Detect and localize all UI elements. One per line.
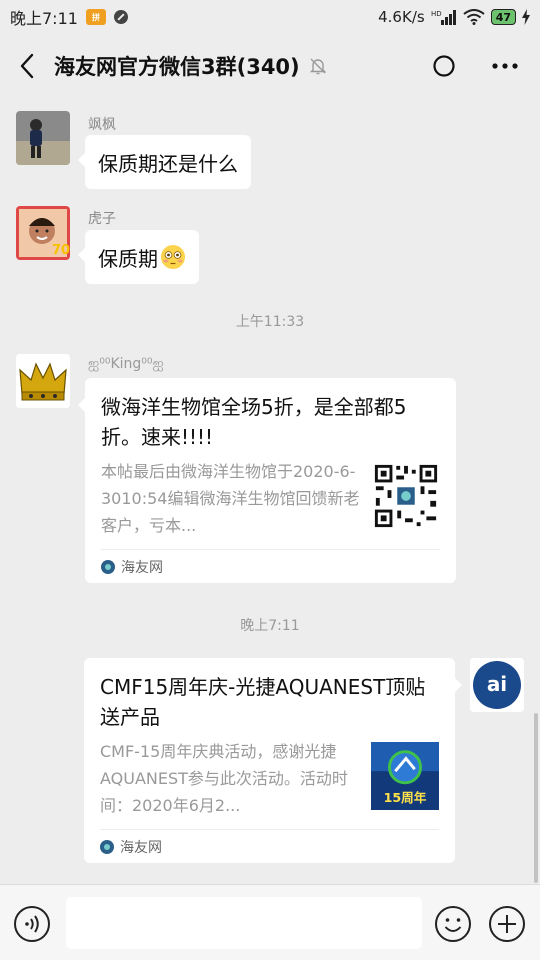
app-notification-icon: 拼	[85, 9, 106, 25]
voice-icon	[14, 906, 50, 942]
chat-message-list[interactable]: 飒枫 保质期还是什么 70 虎子 保质期 上午11:33 ஐ⁰⁰King⁰⁰ஐ …	[0, 98, 540, 884]
svg-text:ai: ai	[487, 672, 507, 696]
refresh-button[interactable]	[418, 34, 470, 98]
message-bubble[interactable]: 保质期还是什么	[78, 135, 251, 189]
refresh-icon	[433, 55, 455, 77]
message-text: 保质期还是什么	[98, 151, 238, 176]
charging-icon	[522, 9, 530, 25]
time-divider: 上午11:33	[235, 314, 305, 330]
source-logo-icon	[101, 559, 115, 574]
svg-text:15周年: 15周年	[384, 790, 427, 805]
chat-title: 海友网官方微信3群(340)	[54, 55, 300, 79]
more-button[interactable]	[470, 34, 540, 98]
link-card-description: CMF-15周年庆典活动，感谢光捷AQUANEST参与此次活动。活动时间：202…	[100, 742, 348, 815]
network-speed: 4.6K/s	[378, 8, 425, 26]
more-functions-button[interactable]	[488, 905, 526, 943]
link-card-title: CMF15周年庆-光捷AQUANEST顶贴送产品	[100, 675, 426, 729]
time-divider: 晚上7:11	[240, 618, 300, 634]
emoji-button[interactable]	[434, 905, 472, 943]
more-icon	[492, 63, 518, 69]
plus-icon	[489, 906, 525, 942]
svg-text:HD: HD	[431, 10, 442, 18]
voice-input-button[interactable]	[13, 905, 51, 943]
avatar[interactable]: 70	[16, 206, 70, 260]
self-avatar[interactable]: ai	[470, 658, 524, 712]
mute-icon	[309, 58, 326, 75]
svg-text:70: 70	[52, 243, 70, 258]
do-not-disturb-icon	[113, 10, 128, 24]
message-input-bar	[0, 884, 540, 960]
link-card[interactable]: 微海洋生物馆全场5折，是全部都5折。速来!!!! 本帖最后由微海洋生物馆于202…	[78, 378, 456, 583]
sender-name: ஐ⁰⁰King⁰⁰ஐ	[88, 356, 164, 372]
link-card-source: 海友网	[121, 559, 163, 576]
message-input[interactable]	[66, 897, 422, 949]
qr-code-thumbnail	[372, 462, 440, 530]
link-card-title: 微海洋生物馆全场5折，是全部都5折。速来!!!!	[101, 395, 407, 449]
battery-indicator: 47	[490, 9, 516, 25]
link-card[interactable]: CMF15周年庆-光捷AQUANEST顶贴送产品 CMF-15周年庆典活动，感谢…	[84, 658, 462, 863]
chat-scrollbar[interactable]	[534, 713, 538, 883]
back-button[interactable]	[0, 34, 54, 98]
chat-header: 海友网官方微信3群(340)	[0, 34, 540, 98]
source-logo-icon	[100, 839, 114, 854]
status-bar: 晚上7:11 拼 4.6K/s HD 47	[0, 0, 540, 34]
signal-icon: HD	[431, 10, 456, 25]
wifi-icon	[463, 9, 485, 25]
link-card-source: 海友网	[120, 839, 162, 856]
avatar[interactable]	[16, 111, 70, 165]
back-icon	[20, 53, 34, 79]
message-bubble[interactable]: 保质期	[78, 230, 199, 284]
link-card-description: 本帖最后由微海洋生物馆于2020-6-3010:54编辑微海洋生物馆回馈新老客户…	[101, 462, 360, 535]
emoji-icon	[435, 906, 471, 942]
message-text: 保质期	[98, 246, 158, 271]
status-time: 晚上7:11	[10, 9, 78, 28]
flushed-face-emoji-icon	[161, 245, 185, 269]
avatar[interactable]	[16, 354, 70, 408]
sender-name: 飒枫	[88, 117, 116, 133]
event-thumbnail: 15周年	[371, 742, 439, 810]
sender-name: 虎子	[88, 211, 116, 227]
